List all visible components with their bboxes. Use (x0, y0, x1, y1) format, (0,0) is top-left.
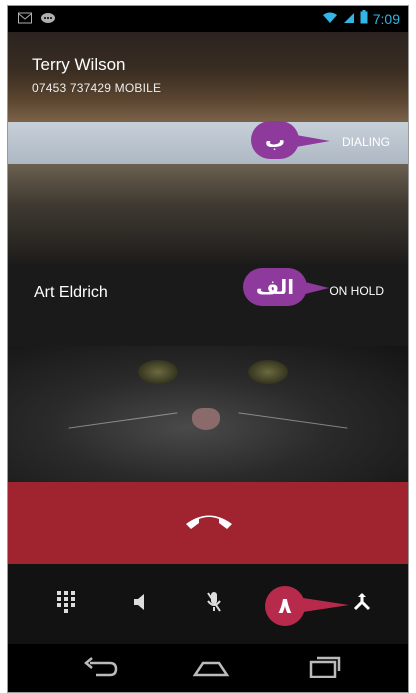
phone-screen: 7:09 Terry Wilson 07453 737429 MOBILE DI… (7, 5, 409, 693)
call-status-band: DIALING (8, 122, 408, 164)
battery-icon (360, 10, 368, 27)
merge-call-icon (352, 592, 372, 617)
system-status: 7:09 (322, 10, 400, 27)
notification-icons (18, 11, 56, 27)
back-button[interactable] (76, 654, 126, 684)
cat-nose (192, 408, 220, 430)
mail-icon (18, 11, 32, 27)
annotation-pointer (303, 598, 349, 612)
cat-eye-right (248, 360, 288, 384)
annotation-callout-hold: الف (243, 268, 307, 306)
merge-calls-button[interactable] (344, 586, 380, 622)
annotation-label: ب (264, 128, 286, 152)
signal-icon (343, 11, 355, 27)
clock-text: 7:09 (372, 10, 400, 27)
held-call-row[interactable]: Art Eldrich ON HOLD (8, 264, 408, 346)
dialpad-button[interactable] (48, 586, 84, 622)
status-bar: 7:09 (8, 6, 408, 32)
recents-button[interactable] (300, 654, 350, 684)
annotation-pointer (305, 282, 329, 294)
caller-number: 07453 737429 MOBILE (32, 81, 162, 95)
caller-name: Terry Wilson (32, 55, 126, 74)
hang-up-icon (183, 511, 235, 536)
chat-icon (40, 11, 56, 27)
dialpad-icon (57, 590, 75, 618)
cat-whisker (238, 412, 348, 429)
mute-button[interactable] (196, 586, 232, 622)
annotation-callout-dialing: ب (251, 121, 299, 159)
back-icon (84, 656, 118, 682)
wifi-icon (322, 11, 338, 27)
held-caller-name: Art Eldrich (34, 284, 108, 301)
annotation-label: الف (255, 275, 295, 299)
speaker-icon (132, 592, 146, 617)
on-hold-status: ON HOLD (329, 284, 384, 298)
end-call-bar (8, 482, 408, 564)
cat-eye-left (138, 360, 178, 384)
caller-photo-cat (8, 346, 408, 482)
caller-photo-landscape (8, 164, 408, 264)
home-icon (191, 657, 231, 682)
cat-whisker (68, 412, 178, 429)
annotation-label: ۸ (278, 593, 292, 619)
navigation-bar (8, 644, 408, 692)
annotation-pointer (296, 135, 330, 147)
mute-mic-icon (206, 591, 222, 618)
speaker-button[interactable] (121, 586, 157, 622)
end-call-button[interactable] (179, 505, 239, 541)
recents-icon (309, 656, 341, 683)
active-call-header: Terry Wilson 07453 737429 MOBILE (8, 32, 408, 122)
annotation-callout-merge: ۸ (265, 586, 305, 626)
dialing-status: DIALING (341, 135, 390, 149)
home-button[interactable] (186, 654, 236, 684)
